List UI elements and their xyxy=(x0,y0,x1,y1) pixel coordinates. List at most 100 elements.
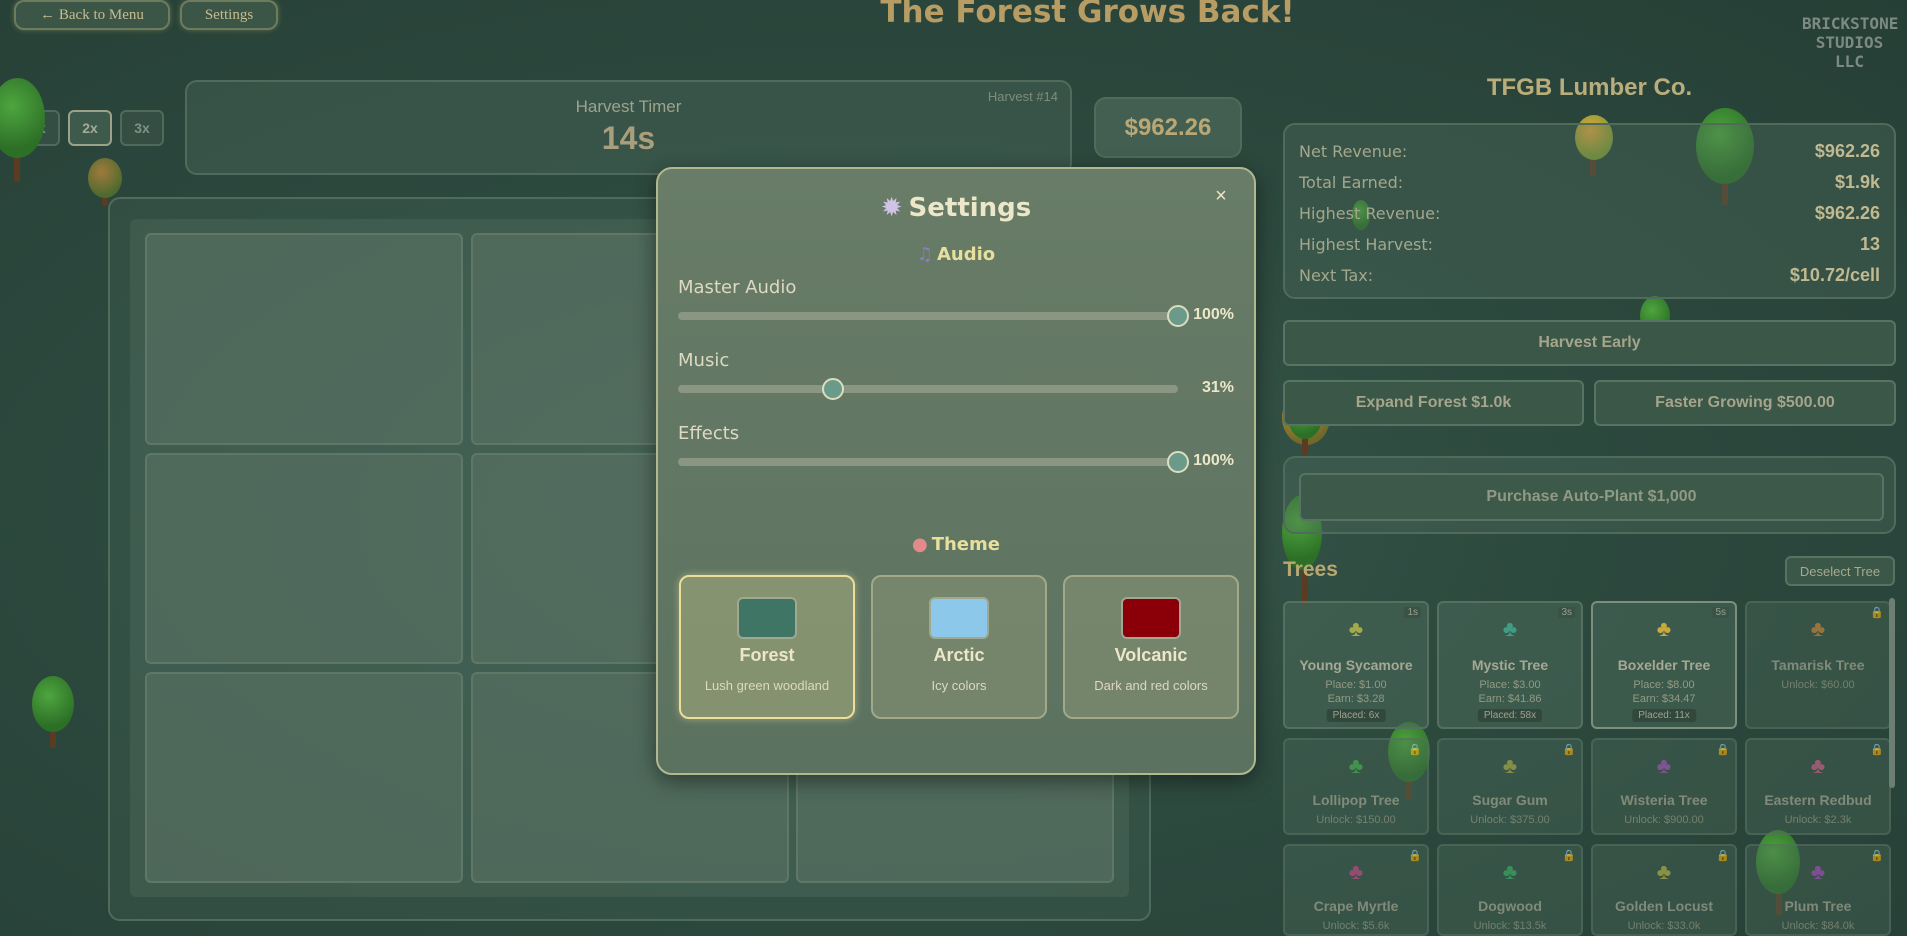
tree-card-name: Boxelder Tree xyxy=(1617,657,1711,673)
deselect-tree-button[interactable]: Deselect Tree xyxy=(1785,556,1895,586)
tree-card-young-sycamore[interactable]: 1s ♣ Young Sycamore Place: $1.00 Earn: $… xyxy=(1283,601,1429,729)
harvest-timer-panel: Harvest Timer 14s Harvest #14 xyxy=(185,80,1072,175)
grow-time-badge: 3s xyxy=(1558,607,1575,618)
tree-card-name: Eastern Redbud xyxy=(1764,792,1872,808)
grid-cell[interactable] xyxy=(145,672,463,883)
tree-card-name: Sugar Gum xyxy=(1472,792,1548,808)
expand-forest-button[interactable]: Expand Forest $1.0k xyxy=(1283,380,1584,426)
master-audio-label: Master Audio xyxy=(678,277,797,298)
harvest-timer-label: Harvest Timer xyxy=(575,97,682,116)
stat-total-earned: Total Earned: $1.9k xyxy=(1299,167,1880,198)
tree-card-name: Crape Myrtle xyxy=(1313,898,1399,914)
lock-icon: 🔒 xyxy=(1408,744,1422,756)
tree-card-mystic-tree[interactable]: 3s ♣ Mystic Tree Place: $3.00 Earn: $41.… xyxy=(1437,601,1583,729)
lock-icon: 🔒 xyxy=(1870,744,1884,756)
trees-scrollbar[interactable] xyxy=(1889,598,1895,788)
tree-card-earn: Earn: $34.47 xyxy=(1632,693,1696,705)
tree-card-name: Golden Locust xyxy=(1615,898,1713,914)
tree-card-plum-tree[interactable]: 🔒 ♣ Plum Tree Unlock: $84.0k xyxy=(1745,844,1891,936)
tree-icon: ♣ xyxy=(1656,859,1672,884)
lock-icon: 🔒 xyxy=(1562,744,1576,756)
tree-icon: ♣ xyxy=(1348,859,1364,884)
tree-card-unlock-cost: Unlock: $33.0k xyxy=(1627,920,1701,932)
theme-card-volcanic[interactable]: Volcanic Dark and red colors xyxy=(1063,575,1239,719)
settings-modal: ✹ Settings × ♫ Audio Master Audio 100% Mus… xyxy=(656,167,1256,775)
company-name: TFGB Lumber Co. xyxy=(1486,74,1693,101)
grid-cell[interactable] xyxy=(145,233,463,445)
tree-card-unlock-cost: Unlock: $13.5k xyxy=(1473,920,1547,932)
slider-thumb[interactable] xyxy=(1167,305,1189,327)
effects-label: Effects xyxy=(678,423,740,444)
theme-title-text: Theme xyxy=(931,534,1000,555)
theme-name: Arctic xyxy=(933,645,985,665)
harvest-early-button[interactable]: Harvest Early xyxy=(1283,320,1896,366)
stat-value: $962.26 xyxy=(1814,141,1880,161)
tree-card-crape-myrtle[interactable]: 🔒 ♣ Crape Myrtle Unlock: $5.6k xyxy=(1283,844,1429,936)
tree-card-tamarisk-tree[interactable]: 🔒 ♣ Tamarisk Tree Unlock: $60.00 xyxy=(1745,601,1891,729)
settings-button[interactable]: Settings xyxy=(180,0,278,30)
stat-next-tax: Next Tax: $10.72/cell xyxy=(1299,260,1880,291)
tree-icon: ♣ xyxy=(1502,859,1518,884)
lock-icon: 🔒 xyxy=(1716,744,1730,756)
settings-modal-title: ✹ Settings xyxy=(658,193,1254,223)
theme-name: Volcanic xyxy=(1114,645,1188,665)
slider-thumb[interactable] xyxy=(1167,451,1189,473)
stat-highest-revenue: Highest Revenue: $962.26 xyxy=(1299,198,1880,229)
tree-card-boxelder-tree[interactable]: 5s ♣ Boxelder Tree Place: $8.00 Earn: $3… xyxy=(1591,601,1737,729)
tree-card-name: Young Sycamore xyxy=(1299,657,1413,673)
theme-card-forest[interactable]: Forest Lush green woodland xyxy=(679,575,855,719)
grow-time-badge: 1s xyxy=(1404,607,1421,618)
grow-time-badge: 5s xyxy=(1712,607,1729,618)
theme-card-arctic[interactable]: Arctic Icy colors xyxy=(871,575,1047,719)
tree-icon: ♣ xyxy=(1656,753,1672,778)
tree-icon: ♣ xyxy=(1348,753,1364,778)
speed-3x-button[interactable]: 3x xyxy=(120,110,164,146)
lock-icon: 🔒 xyxy=(1562,850,1576,862)
faster-growing-button[interactable]: Faster Growing $500.00 xyxy=(1594,380,1896,426)
tree-card-sugar-gum[interactable]: 🔒 ♣ Sugar Gum Unlock: $375.00 xyxy=(1437,738,1583,835)
purchase-auto-plant-button[interactable]: Purchase Auto-Plant $1,000 xyxy=(1299,473,1884,521)
tree-card-golden-locust[interactable]: 🔒 ♣ Golden Locust Unlock: $33.0k xyxy=(1591,844,1737,936)
tree-card-earn: Earn: $3.28 xyxy=(1327,693,1385,705)
tree-card-unlock-cost: Unlock: $2.3k xyxy=(1784,814,1852,826)
music-note-icon: ♫ xyxy=(916,244,933,265)
music-label: Music xyxy=(678,350,730,371)
stat-label: Highest Harvest: xyxy=(1299,235,1434,254)
tree-card-dogwood[interactable]: 🔒 ♣ Dogwood Unlock: $13.5k xyxy=(1437,844,1583,936)
speed-2x-button[interactable]: 2x xyxy=(68,110,112,146)
stat-value: $962.26 xyxy=(1814,203,1880,223)
stat-label: Total Earned: xyxy=(1299,173,1404,192)
stat-net-revenue: Net Revenue: $962.26 xyxy=(1299,136,1880,167)
tree-card-wisteria-tree[interactable]: 🔒 ♣ Wisteria Tree Unlock: $900.00 xyxy=(1591,738,1737,835)
tree-card-name: Mystic Tree xyxy=(1471,657,1549,673)
studio-logo: BRICKSTONE STUDIOS LLC xyxy=(1802,14,1899,71)
gear-icon: ✹ xyxy=(880,193,903,223)
theme-section-title: ● Theme xyxy=(658,534,1254,555)
tree-card-unlock-cost: Unlock: $375.00 xyxy=(1470,814,1550,826)
tree-card-eastern-redbud[interactable]: 🔒 ♣ Eastern Redbud Unlock: $2.3k xyxy=(1745,738,1891,835)
tree-card-unlock-cost: Unlock: $900.00 xyxy=(1624,814,1704,826)
tree-card-lollipop-tree[interactable]: 🔒 ♣ Lollipop Tree Unlock: $150.00 xyxy=(1283,738,1429,835)
theme-name: Forest xyxy=(739,645,795,665)
back-to-menu-button[interactable]: ← Back to Menu xyxy=(14,0,170,30)
tree-icon: ♣ xyxy=(1502,616,1518,641)
music-slider[interactable] xyxy=(678,378,1178,400)
theme-description: Dark and red colors xyxy=(1094,678,1208,693)
stat-label: Highest Revenue: xyxy=(1299,204,1441,223)
slider-thumb[interactable] xyxy=(822,378,844,400)
tree-card-name: Lollipop Tree xyxy=(1312,792,1400,808)
close-icon[interactable]: × xyxy=(1210,185,1232,207)
tree-card-placed-count: Placed: 58x xyxy=(1477,709,1543,722)
effects-slider[interactable] xyxy=(678,451,1189,473)
tree-icon: ♣ xyxy=(1656,616,1672,641)
palette-icon: ● xyxy=(912,534,928,555)
settings-title-text: Settings xyxy=(908,193,1032,223)
balance-value: $962.26 xyxy=(1124,113,1212,141)
tree-card-name: Plum Tree xyxy=(1784,898,1852,914)
master-audio-slider[interactable] xyxy=(678,305,1189,327)
auto-plant-panel: Purchase Auto-Plant $1,000 xyxy=(1283,456,1896,534)
lock-icon: 🔒 xyxy=(1870,607,1884,619)
grid-cell[interactable] xyxy=(145,453,463,664)
tree-icon: ♣ xyxy=(1810,859,1826,884)
tree-icon: ♣ xyxy=(1810,753,1826,778)
